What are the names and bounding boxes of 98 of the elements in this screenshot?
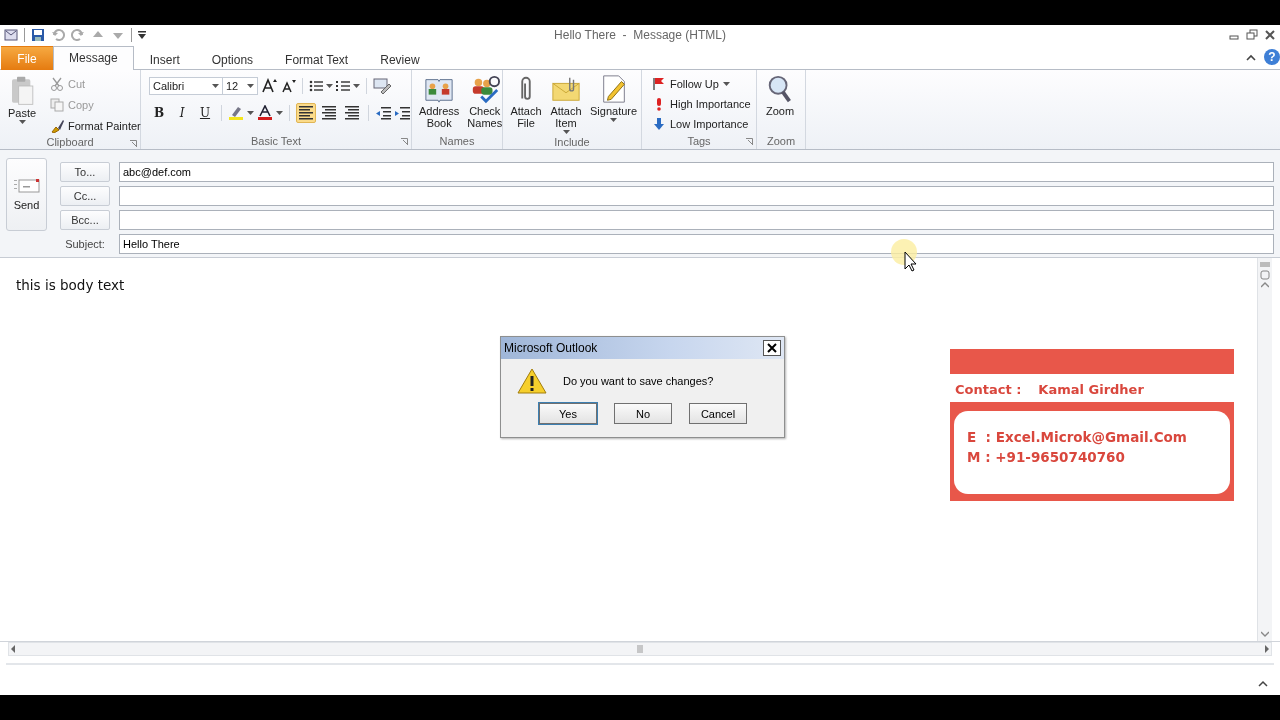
caret-icon[interactable] bbox=[326, 84, 333, 88]
ribbon-tab[interactable]: Format Text bbox=[269, 48, 365, 70]
highlighter-icon[interactable] bbox=[228, 105, 244, 121]
caret-icon[interactable] bbox=[276, 111, 283, 115]
contact-label: Contact : bbox=[955, 382, 1022, 397]
close-button[interactable] bbox=[763, 340, 781, 356]
recipient-field[interactable] bbox=[119, 210, 1274, 230]
italic-button[interactable]: I bbox=[172, 103, 192, 123]
caret-icon[interactable] bbox=[212, 84, 219, 88]
styles-icon[interactable] bbox=[373, 78, 391, 94]
underline-button[interactable]: U bbox=[195, 103, 215, 123]
restore-icon[interactable] bbox=[1246, 29, 1258, 41]
caret-icon[interactable] bbox=[247, 84, 254, 88]
ribbon-tab[interactable]: Message bbox=[53, 46, 134, 70]
attach-item-button[interactable]: Attach Item bbox=[547, 74, 585, 134]
dialog-launcher-icon[interactable] bbox=[130, 140, 137, 147]
ribbon-tab[interactable]: Insert bbox=[133, 48, 196, 70]
copy-icon bbox=[50, 97, 64, 112]
contact-line: E : Excel.Microk@Gmail.Com bbox=[967, 429, 1188, 445]
dropdown-caret-icon[interactable] bbox=[610, 118, 618, 122]
address-book-button[interactable]: Address Book bbox=[416, 74, 463, 133]
attach-file-button[interactable]: Attach File bbox=[507, 74, 545, 134]
ribbon-tab[interactable]: Review bbox=[364, 48, 436, 70]
dialog-button[interactable]: Cancel bbox=[689, 403, 747, 424]
caret-icon[interactable] bbox=[18, 120, 26, 124]
dialog-launcher-icon[interactable] bbox=[401, 138, 408, 145]
flag-icon bbox=[652, 76, 666, 91]
font-name-dropdown[interactable]: Calibri bbox=[149, 77, 223, 95]
collapse-ribbon-icon[interactable] bbox=[1246, 53, 1256, 61]
subject-label: Subject: bbox=[64, 238, 106, 250]
grow-font-icon[interactable] bbox=[261, 78, 277, 94]
contact-line: M : +91-9650740760 bbox=[967, 449, 1126, 465]
bold-button[interactable]: B bbox=[149, 103, 169, 123]
close-icon[interactable] bbox=[1264, 29, 1276, 41]
clipboard-button[interactable]: Format Painter bbox=[48, 116, 143, 135]
shrink-font-icon[interactable] bbox=[280, 78, 296, 94]
send-button[interactable]: Send bbox=[6, 158, 47, 231]
high-importance-button[interactable]: High Importance bbox=[650, 94, 753, 113]
recipient-button[interactable]: Bcc... bbox=[60, 210, 110, 230]
align-center-icon bbox=[322, 106, 336, 120]
bullet-list-icon[interactable] bbox=[309, 80, 323, 92]
recipient-field[interactable] bbox=[119, 186, 1274, 206]
zoom-button[interactable]: Zoom bbox=[761, 74, 799, 133]
warning-icon bbox=[517, 368, 547, 394]
increase-indent-icon[interactable] bbox=[394, 106, 410, 120]
help-button[interactable]: ? bbox=[1264, 49, 1280, 65]
group-label: Include bbox=[554, 135, 590, 148]
scroll-left-icon[interactable] bbox=[9, 645, 17, 653]
align-left-button[interactable] bbox=[296, 103, 316, 123]
dialog-launcher-icon[interactable] bbox=[746, 138, 753, 145]
scissors-icon bbox=[50, 76, 64, 91]
vertical-scrollbar[interactable] bbox=[1257, 258, 1272, 641]
subject-field[interactable]: Hello There bbox=[119, 234, 1274, 254]
contact-name: Kamal Girdher bbox=[1038, 382, 1144, 397]
down-arrow-icon bbox=[652, 116, 666, 131]
recipient-button[interactable]: Cc... bbox=[60, 186, 110, 206]
ribbon-tab[interactable]: Options bbox=[195, 48, 270, 70]
group-label: Basic Text bbox=[251, 135, 301, 147]
group-label: Clipboard bbox=[46, 136, 94, 148]
follow-up-button[interactable]: Follow Up bbox=[650, 74, 753, 93]
dialog-message: Do you want to save changes? bbox=[563, 375, 714, 387]
dialog-button[interactable]: No bbox=[614, 403, 672, 424]
group-label: Names bbox=[439, 135, 475, 147]
font-size-dropdown[interactable]: 12 bbox=[222, 77, 258, 95]
dialog-button[interactable]: Yes bbox=[539, 403, 597, 424]
close-icon bbox=[767, 343, 777, 353]
save-icon[interactable] bbox=[31, 28, 45, 42]
scroll-down-icon[interactable] bbox=[1261, 631, 1269, 637]
low-importance-button[interactable]: Low Importance bbox=[650, 114, 753, 133]
center-button[interactable] bbox=[319, 103, 339, 123]
dropdown-caret-icon[interactable] bbox=[562, 130, 570, 134]
align-right-icon bbox=[345, 106, 359, 120]
numbered-list-icon[interactable] bbox=[336, 80, 350, 92]
window-title: Hello There - Message (HTML) bbox=[554, 28, 726, 42]
scroll-grip-icon[interactable] bbox=[637, 645, 643, 653]
scroll-right-icon[interactable] bbox=[1263, 645, 1271, 653]
body-text: this is body text bbox=[16, 277, 125, 293]
decrease-indent-icon[interactable] bbox=[375, 106, 391, 120]
font-color-icon[interactable] bbox=[257, 105, 273, 121]
signature-button[interactable]: Signature bbox=[587, 74, 641, 134]
caret-icon[interactable] bbox=[247, 111, 254, 115]
dialog-title: Microsoft Outlook bbox=[504, 341, 598, 355]
dropdown-caret-icon[interactable] bbox=[722, 81, 730, 86]
group-label: Tags bbox=[687, 135, 711, 147]
paintbrush-icon bbox=[50, 118, 64, 133]
horizontal-scrollbar[interactable] bbox=[8, 642, 1272, 656]
customize-caret-icon[interactable] bbox=[138, 31, 146, 39]
check-names-button[interactable]: Check Names bbox=[464, 74, 506, 133]
caret-icon[interactable] bbox=[353, 84, 360, 88]
expand-icon[interactable] bbox=[1258, 679, 1268, 687]
recipient-button[interactable]: To... bbox=[60, 162, 110, 182]
paste-button[interactable]: Paste bbox=[4, 74, 40, 135]
align-right-button[interactable] bbox=[342, 103, 362, 123]
envelope-icon bbox=[13, 178, 40, 194]
group-label: Zoom bbox=[766, 135, 796, 147]
recipient-field[interactable]: abc@def.com bbox=[119, 162, 1274, 182]
align-left-icon bbox=[299, 106, 313, 120]
scroll-up-icon[interactable] bbox=[1261, 282, 1269, 288]
